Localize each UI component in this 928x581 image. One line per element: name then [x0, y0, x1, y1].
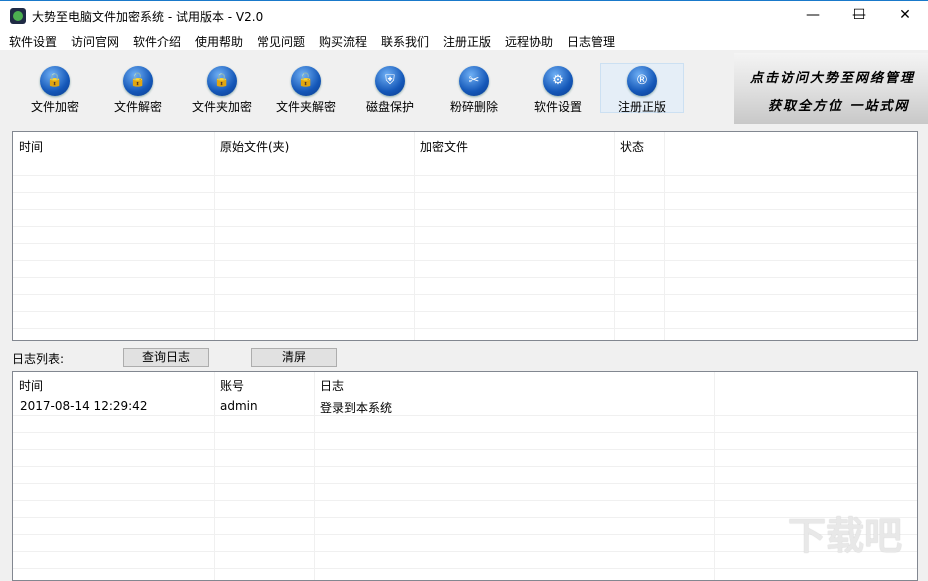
column-divider: [314, 372, 315, 580]
button-label: 软件设置: [533, 100, 582, 114]
row-divider: [13, 226, 917, 227]
row-divider: [13, 192, 917, 193]
column-divider: [614, 132, 615, 340]
row-divider: [13, 500, 917, 501]
watermark-logo: 下载吧: [788, 514, 903, 558]
log-account: admin: [220, 399, 258, 413]
row-divider: [13, 466, 917, 467]
log-list-label: 日志列表:: [12, 352, 65, 366]
column-header-source[interactable]: 原始文件(夹): [214, 132, 295, 160]
log-table[interactable]: 时间 账号 日志 2017-08-14 12:29:42 admin 登录到本系…: [12, 371, 918, 581]
menu-purchase[interactable]: 购买流程: [319, 33, 367, 50]
disk-shield-icon: ⛨: [375, 66, 405, 96]
query-log-button[interactable]: 查询日志: [123, 348, 209, 367]
column-header-time[interactable]: 时间: [13, 132, 49, 160]
row-divider: [13, 415, 917, 416]
button-label: 文件夹加密: [191, 100, 252, 114]
log-time: 2017-08-14 12:29:42: [20, 399, 148, 413]
row-divider: [13, 175, 917, 176]
minimize-button[interactable]: —: [790, 1, 836, 31]
ad-banner[interactable]: 点击访问大势至网络管理 获取全方位 一站式网: [734, 53, 928, 124]
folder-unlock-icon: 🔓: [291, 66, 321, 96]
log-message: 登录到本系统: [320, 401, 393, 415]
title-bar: 大势至电脑文件加密系统 - 试用版本 - V2.0 — — ☐ ✕: [0, 0, 928, 30]
row-divider: [13, 551, 917, 552]
file-unlock-icon: 🔓: [123, 66, 153, 96]
column-divider: [714, 372, 715, 580]
button-label: 粉碎删除: [449, 100, 498, 114]
window-title: 大势至电脑文件加密系统 - 试用版本 - V2.0: [32, 10, 264, 24]
column-divider: [664, 132, 665, 340]
row-divider: [13, 294, 917, 295]
button-label: 文件解密: [113, 100, 162, 114]
button-label: 文件夹解密: [275, 100, 336, 114]
column-header-encrypted[interactable]: 加密文件: [414, 132, 474, 160]
row-divider: [13, 432, 917, 433]
row-divider: [13, 568, 917, 569]
menu-help[interactable]: 使用帮助: [195, 33, 243, 50]
shred-icon: ✂: [459, 66, 489, 96]
gear-icon: ⚙: [543, 66, 573, 96]
menu-software-settings[interactable]: 软件设置: [9, 33, 57, 50]
menu-bar: 软件设置 访问官网 软件介绍 使用帮助 常见问题 购买流程 联系我们 注册正版 …: [0, 30, 928, 50]
file-decrypt-button[interactable]: 🔓 文件解密: [96, 63, 180, 114]
software-settings-button[interactable]: ⚙ 软件设置: [516, 63, 600, 114]
folder-lock-icon: 🔒: [207, 66, 237, 96]
file-lock-icon: 🔒: [40, 66, 70, 96]
column-header-log[interactable]: 日志: [314, 372, 350, 394]
column-divider: [214, 372, 215, 580]
row-divider: [13, 277, 917, 278]
row-divider: [13, 449, 917, 450]
row-divider: [13, 483, 917, 484]
menu-software-intro[interactable]: 软件介绍: [133, 33, 181, 50]
registered-icon: ®: [627, 66, 657, 96]
row-divider: [13, 260, 917, 261]
menu-log-management[interactable]: 日志管理: [567, 33, 615, 50]
close-button[interactable]: ✕: [882, 1, 928, 31]
row-divider: [13, 311, 917, 312]
row-divider: [13, 243, 917, 244]
file-table[interactable]: 时间 原始文件(夹) 加密文件 状态: [12, 131, 918, 341]
app-icon: [10, 8, 26, 24]
menu-remote-assist[interactable]: 远程协助: [505, 33, 553, 50]
column-divider: [214, 132, 215, 340]
button-label: 文件加密: [30, 100, 79, 114]
banner-line-2: 获取全方位 一站式网: [768, 99, 910, 114]
register-button[interactable]: ® 注册正版: [600, 63, 684, 114]
row-divider: [13, 534, 917, 535]
maximize-button[interactable]: ☐: [836, 1, 882, 31]
button-label: 注册正版: [617, 100, 666, 114]
menu-faq[interactable]: 常见问题: [257, 33, 305, 50]
folder-encrypt-button[interactable]: 🔒 文件夹加密: [180, 63, 264, 114]
column-header-time[interactable]: 时间: [13, 372, 49, 394]
row-divider: [13, 517, 917, 518]
column-header-account[interactable]: 账号: [214, 372, 250, 394]
column-divider: [414, 132, 415, 340]
menu-register[interactable]: 注册正版: [443, 33, 491, 50]
button-label: 磁盘保护: [365, 100, 414, 114]
folder-decrypt-button[interactable]: 🔓 文件夹解密: [264, 63, 348, 114]
column-header-status[interactable]: 状态: [614, 132, 650, 160]
menu-visit-website[interactable]: 访问官网: [71, 33, 119, 50]
banner-line-1: 点击访问大势至网络管理: [750, 71, 916, 86]
clear-screen-button[interactable]: 清屏: [251, 348, 337, 367]
shred-delete-button[interactable]: ✂ 粉碎删除: [432, 63, 516, 114]
disk-protect-button[interactable]: ⛨ 磁盘保护: [348, 63, 432, 114]
row-divider: [13, 328, 917, 329]
row-divider: [13, 209, 917, 210]
menu-contact[interactable]: 联系我们: [381, 33, 429, 50]
file-encrypt-button[interactable]: 🔒 文件加密: [13, 63, 97, 114]
